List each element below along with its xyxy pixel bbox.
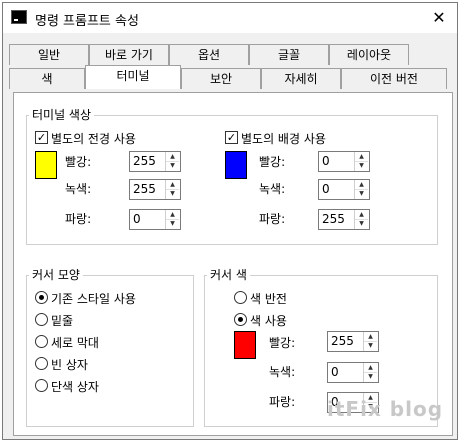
fg-red-spinner[interactable]: 255 ▲ ▼ [129, 151, 181, 172]
spin-down-icon[interactable]: ▼ [355, 219, 368, 228]
terminal-tab-panel: 터미널 색상 ✓ 별도의 전경 사용 빨강: 255 ▲ ▼ 녹색: 255 ▲ ▼… [13, 92, 453, 436]
bg-green-spinner[interactable]: 0 ▲ ▼ [318, 179, 370, 200]
cursor-color-option-label: 색 사용 [250, 314, 287, 328]
separate-background-checkbox[interactable]: ✓ [225, 131, 238, 144]
fg-green-spinner[interactable]: 255 ▲ ▼ [129, 179, 181, 200]
spin-down-icon[interactable]: ▼ [166, 189, 179, 198]
properties-window: 명령 프롬프트 속성 ✕ 일반 바로 가기 옵션 글꼴 레이아웃 색 터미널 보… [2, 2, 458, 440]
cursor-shape-radio-legacy[interactable] [35, 291, 48, 304]
spin-down-icon[interactable]: ▼ [364, 372, 377, 381]
cursor-color-label: 커서 색 [207, 268, 250, 282]
bg-green-value: 0 [322, 182, 330, 196]
bg-red-value: 0 [322, 154, 330, 168]
cursor-shape-radio-vertical-bar[interactable] [35, 335, 48, 348]
console-icon [11, 10, 27, 24]
tab-colors[interactable]: 색 [9, 68, 85, 89]
separate-foreground-label: 별도의 전경 사용 [51, 132, 136, 146]
cursor-green-value: 0 [331, 365, 339, 379]
tab-security[interactable]: 보안 [181, 68, 261, 89]
fg-blue-label: 파랑: [65, 212, 92, 226]
fg-blue-spinner[interactable]: 0 ▲ ▼ [129, 209, 181, 230]
close-icon[interactable]: ✕ [427, 7, 451, 29]
bg-blue-value: 255 [322, 212, 345, 226]
title-bar: 명령 프롬프트 속성 ✕ [3, 3, 457, 33]
cursor-shape-option-label: 단색 상자 [51, 380, 99, 394]
tab-font[interactable]: 글꼴 [249, 44, 329, 65]
spin-down-icon[interactable]: ▼ [355, 189, 368, 198]
bg-red-spinner[interactable]: 0 ▲ ▼ [318, 151, 370, 172]
fg-red-label: 빨강: [65, 155, 92, 169]
tab-terminal[interactable]: 터미널 [85, 65, 181, 89]
cursor-shape-radio-underline[interactable] [35, 313, 48, 326]
bg-red-label: 빨강: [259, 155, 286, 169]
tab-details[interactable]: 자세히 [261, 68, 341, 89]
tab-shortcut[interactable]: 바로 가기 [89, 44, 169, 65]
cursor-shape-radio-empty-box[interactable] [35, 357, 48, 370]
cursor-color-radio-invert[interactable] [234, 291, 247, 304]
spin-down-icon[interactable]: ▼ [364, 341, 377, 350]
cursor-shape-option-label: 빈 상자 [51, 358, 88, 372]
cursor-green-label: 녹색: [269, 365, 296, 379]
tab-layout[interactable]: 레이아웃 [329, 44, 409, 65]
fg-blue-value: 0 [133, 212, 141, 226]
spin-down-icon[interactable]: ▼ [355, 161, 368, 170]
cursor-red-label: 빨강: [269, 336, 296, 350]
window-title: 명령 프롬프트 속성 [35, 14, 139, 29]
cursor-shape-option-label: 밑줄 [51, 314, 74, 328]
tab-options[interactable]: 옵션 [169, 44, 249, 65]
fg-green-value: 255 [133, 182, 156, 196]
watermark-text: itFix blog [327, 397, 444, 421]
cursor-shape-option-label: 세로 막대 [51, 336, 99, 350]
separate-background-label: 별도의 배경 사용 [241, 132, 326, 146]
terminal-colors-label: 터미널 색상 [29, 108, 95, 122]
background-color-swatch [225, 151, 247, 179]
cursor-shape-label: 커서 모양 [29, 268, 83, 282]
cursor-red-value: 255 [331, 334, 354, 348]
foreground-color-swatch [35, 151, 57, 179]
cursor-green-spinner[interactable]: 0 ▲ ▼ [327, 362, 379, 383]
bg-blue-spinner[interactable]: 255 ▲ ▼ [318, 209, 370, 230]
cursor-color-option-label: 색 반전 [250, 292, 287, 306]
separate-foreground-checkbox[interactable]: ✓ [35, 131, 48, 144]
cursor-blue-label: 파랑: [269, 395, 296, 409]
bg-blue-label: 파랑: [259, 212, 286, 226]
cursor-red-spinner[interactable]: 255 ▲ ▼ [327, 331, 379, 352]
tab-previous-versions[interactable]: 이전 버전 [341, 68, 447, 89]
spin-down-icon[interactable]: ▼ [166, 219, 179, 228]
cursor-color-swatch [234, 331, 256, 359]
cursor-color-radio-use-color[interactable] [234, 313, 247, 326]
fg-red-value: 255 [133, 154, 156, 168]
cursor-shape-option-label: 기존 스타일 사용 [51, 292, 136, 306]
tab-general[interactable]: 일반 [9, 44, 89, 65]
bg-green-label: 녹색: [259, 182, 286, 196]
spin-down-icon[interactable]: ▼ [166, 161, 179, 170]
fg-green-label: 녹색: [65, 182, 92, 196]
cursor-shape-radio-solid-box[interactable] [35, 379, 48, 392]
